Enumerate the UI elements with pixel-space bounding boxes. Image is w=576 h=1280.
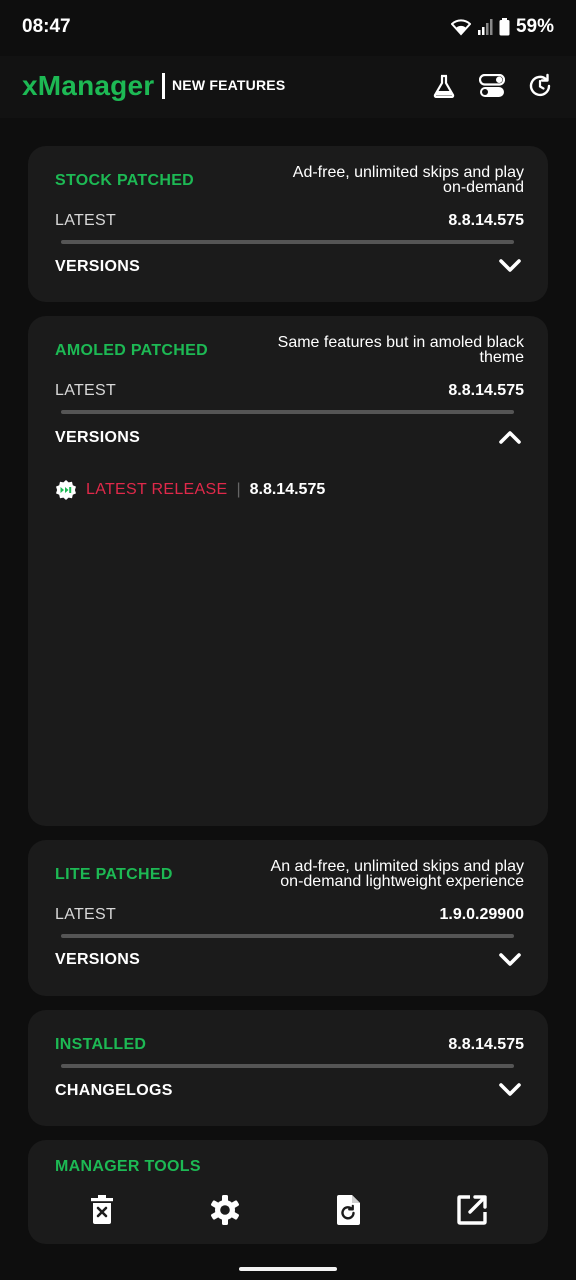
latest-release-version: 8.8.14.575 [249, 481, 326, 498]
installed-title: INSTALLED [55, 1036, 147, 1053]
stock-patched-description: Ad-free, unlimited skips and play on-dem… [292, 164, 524, 196]
battery-percentage: 59% [515, 16, 554, 37]
wifi-icon [450, 18, 471, 36]
latest-version: 1.9.0.29900 [439, 906, 524, 923]
open-external-icon[interactable] [454, 1192, 490, 1228]
versions-label: VERSIONS [55, 951, 141, 968]
release-badge-icon [56, 480, 76, 500]
latest-label: LATEST [55, 212, 117, 229]
stock-versions-toggle[interactable]: VERSIONS [55, 258, 524, 276]
latest-release-item[interactable]: LATEST RELEASE | 8.8.14.575 [54, 478, 325, 502]
changelogs-label: CHANGELOGS [55, 1082, 173, 1099]
divider [61, 410, 514, 414]
description-line: theme [479, 349, 524, 366]
chevron-down-icon[interactable] [498, 1082, 522, 1098]
latest-version: 8.8.14.575 [448, 212, 524, 229]
lite-patched-title: LITE PATCHED [55, 866, 173, 883]
amoled-patched-title: AMOLED PATCHED [55, 342, 208, 359]
amoled-patched-description: Same features but in amoled black theme [277, 334, 524, 366]
divider [61, 240, 514, 244]
title-divider [162, 73, 165, 99]
versions-label: VERSIONS [55, 429, 141, 446]
installed-version: 8.8.14.575 [448, 1036, 524, 1053]
toggle-icon[interactable] [478, 72, 506, 100]
divider [61, 1064, 514, 1068]
battery-icon [499, 18, 510, 36]
update-icon[interactable] [526, 72, 554, 100]
manager-tools-title: MANAGER TOOLS [55, 1158, 201, 1175]
status-bar: 08:47 59% [0, 0, 576, 56]
stock-patched-title: STOCK PATCHED [55, 172, 195, 189]
app-bar: xManager NEW FEATURES [0, 56, 576, 118]
lite-patched-description: An ad-free, unlimited skips and play on-… [270, 858, 524, 890]
latest-label: LATEST [55, 906, 117, 923]
description-line: on-demand lightweight experience [280, 873, 524, 890]
description-line: Ad-free, unlimited skips and play [292, 164, 524, 181]
restore-file-icon[interactable] [330, 1192, 366, 1228]
release-separator: | [236, 481, 241, 498]
latest-release-label: LATEST RELEASE [86, 481, 228, 498]
stock-patched-card: STOCK PATCHED Ad-free, unlimited skips a… [28, 146, 548, 302]
lite-versions-toggle[interactable]: VERSIONS [55, 951, 524, 969]
tools-row [28, 1192, 548, 1232]
status-icons: 59% [450, 16, 554, 38]
delete-icon[interactable] [84, 1192, 120, 1228]
home-gesture-handle[interactable] [239, 1267, 337, 1271]
status-time: 08:47 [22, 16, 71, 37]
chevron-up-icon[interactable] [498, 429, 522, 445]
description-line: on-demand [443, 179, 524, 196]
flask-icon[interactable] [430, 72, 458, 100]
divider [61, 934, 514, 938]
system-nav-bar [0, 1258, 576, 1280]
app-subtitle[interactable]: NEW FEATURES [172, 77, 285, 93]
description-line: An ad-free, unlimited skips and play [270, 858, 524, 875]
latest-version: 8.8.14.575 [448, 382, 524, 399]
app-title: xManager [22, 70, 155, 101]
lite-patched-card: LITE PATCHED An ad-free, unlimited skips… [28, 840, 548, 996]
chevron-down-icon[interactable] [498, 258, 522, 274]
manager-tools-card: MANAGER TOOLS [28, 1140, 548, 1244]
latest-label: LATEST [55, 382, 117, 399]
installed-card: INSTALLED 8.8.14.575 CHANGELOGS [28, 1010, 548, 1126]
changelogs-toggle[interactable]: CHANGELOGS [55, 1082, 524, 1100]
amoled-versions-toggle[interactable]: VERSIONS [55, 429, 524, 447]
signal-icon [477, 18, 493, 36]
description-line: Same features but in amoled black [277, 334, 524, 351]
amoled-patched-card: AMOLED PATCHED Same features but in amol… [28, 316, 548, 826]
settings-icon[interactable] [207, 1192, 243, 1228]
chevron-down-icon[interactable] [498, 952, 522, 968]
versions-label: VERSIONS [55, 258, 141, 275]
